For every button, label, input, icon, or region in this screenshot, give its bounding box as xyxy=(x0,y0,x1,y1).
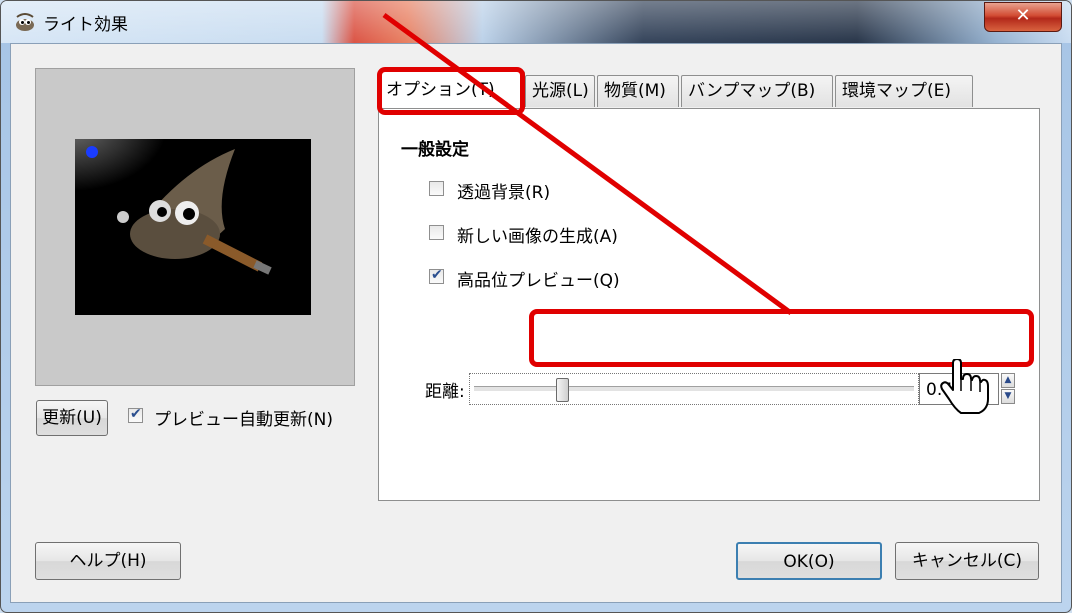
hand-pointer-icon xyxy=(940,359,989,414)
annotation-highlight-tab xyxy=(377,67,525,115)
annotation-arrow-line xyxy=(382,12,793,316)
lighting-effects-dialog: ライト効果 ✕ 更新(U) ✔ プレビュー自動更新(N) オプション(T) 光源… xyxy=(0,0,1072,613)
